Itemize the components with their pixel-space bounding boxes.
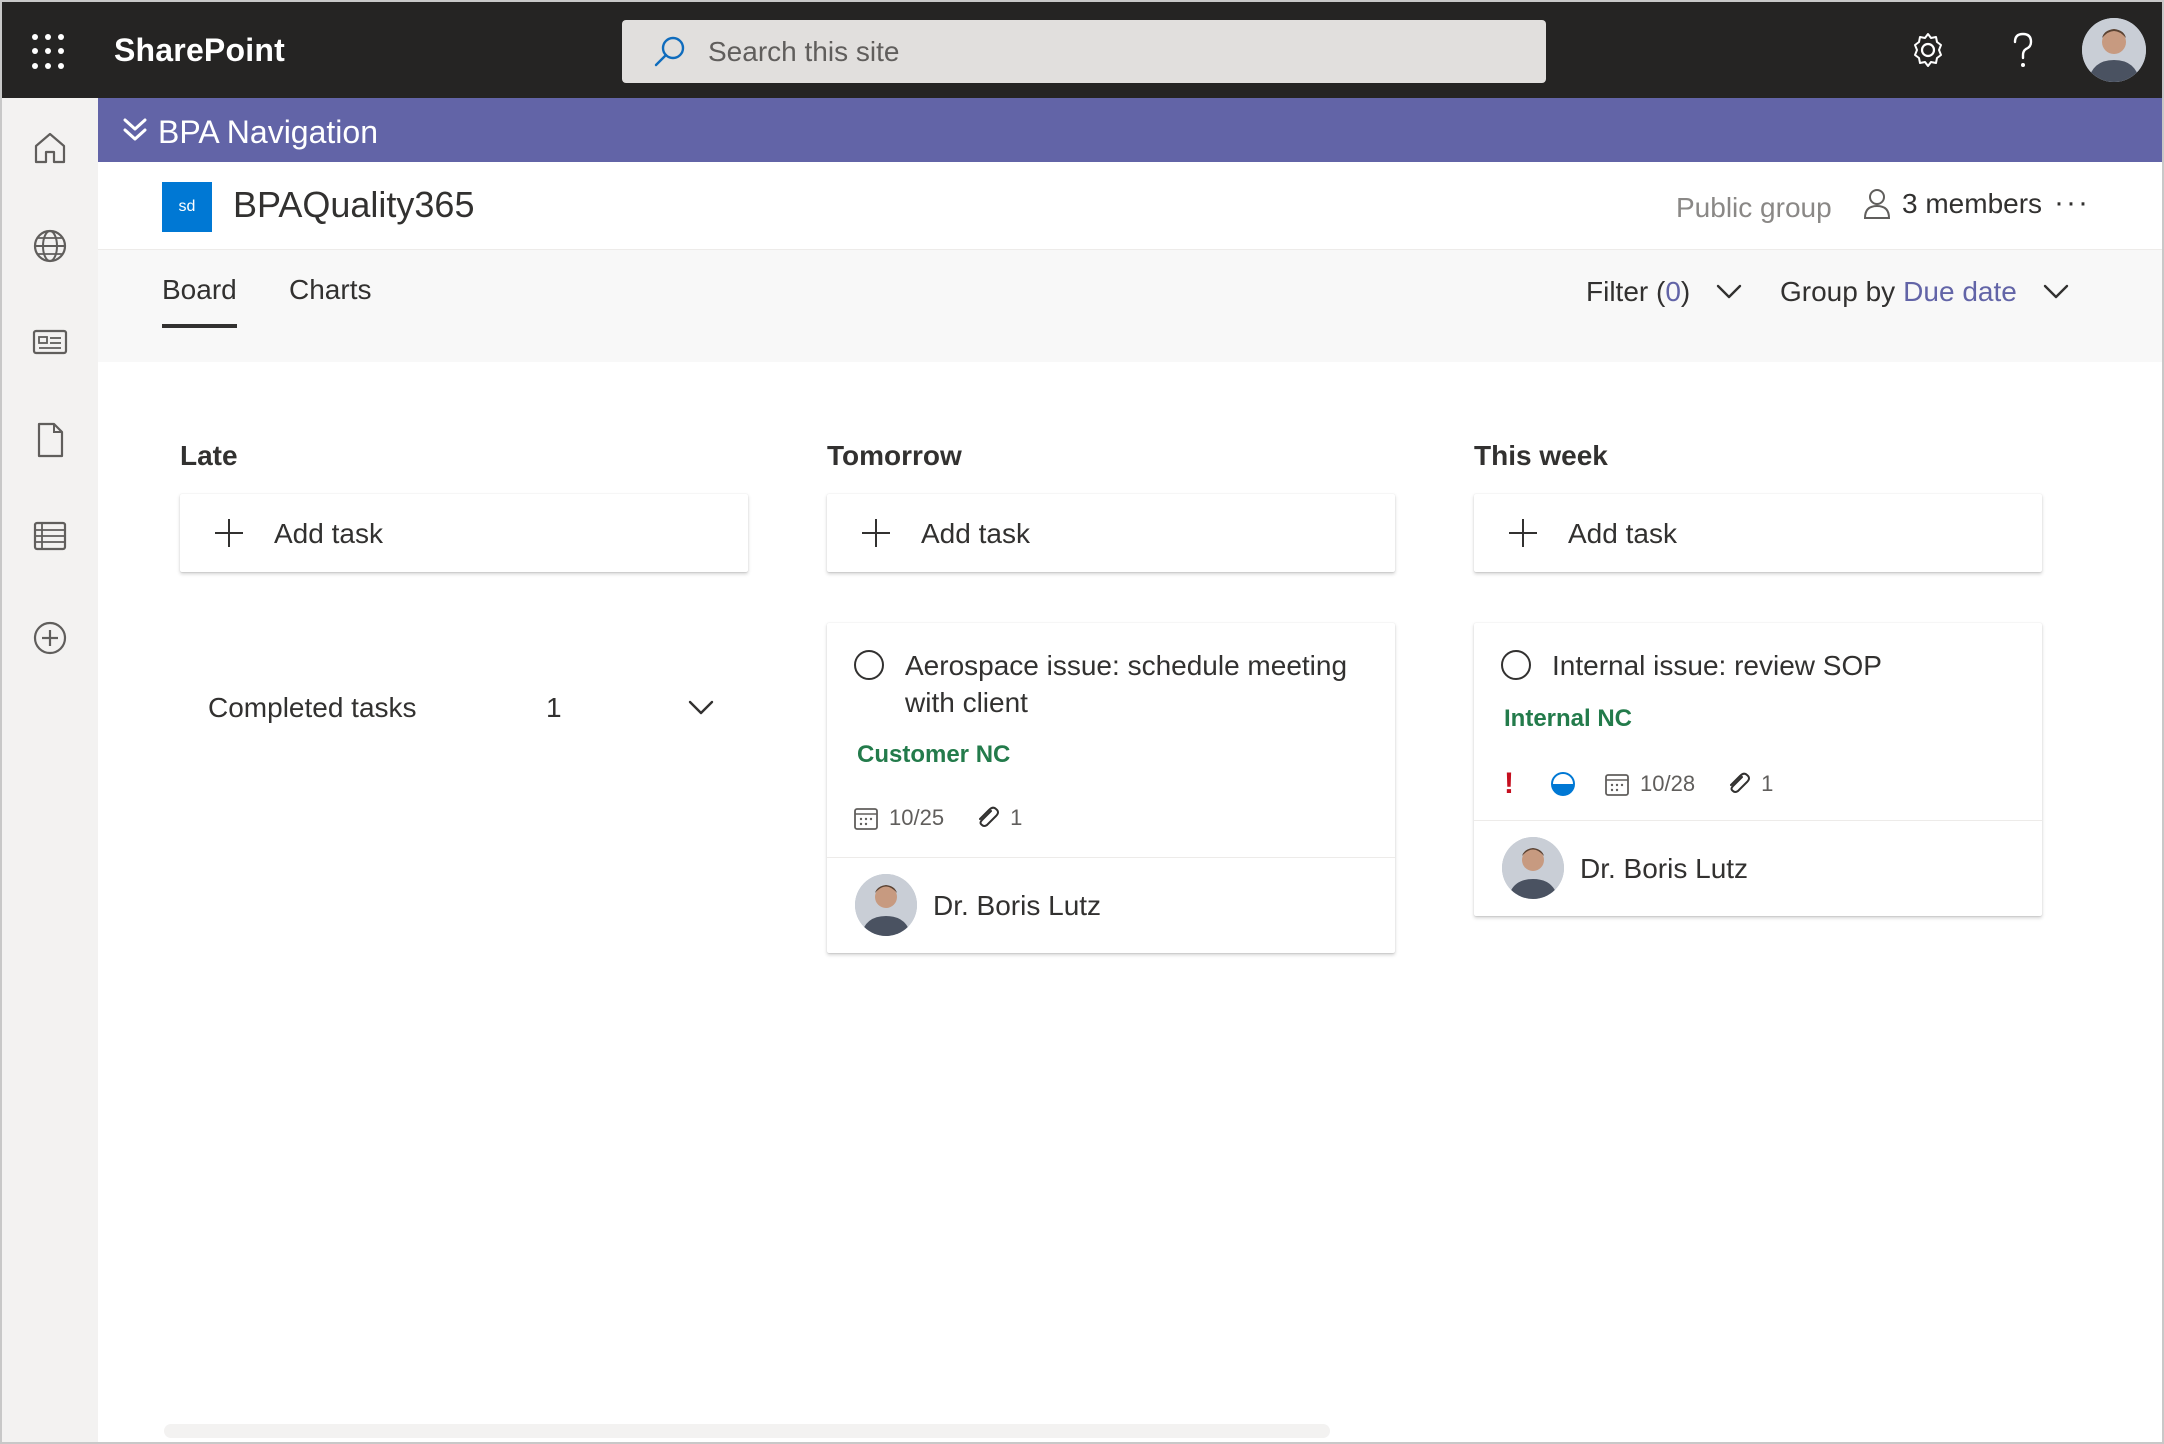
site-header: sd BPAQuality365 Public group 3 members … <box>98 162 2162 250</box>
bucket-title-late: Late <box>180 440 238 471</box>
priority-important-icon: ! <box>1504 767 1514 800</box>
plus-icon <box>862 519 890 547</box>
add-task-label: Add task <box>921 518 1030 549</box>
members-count: 3 members <box>1902 188 2043 219</box>
create-plus-icon[interactable] <box>30 618 70 658</box>
news-icon[interactable] <box>30 322 70 362</box>
filter-label: Filter ( <box>1586 276 1666 307</box>
filter-label-end: ) <box>1680 276 1691 307</box>
left-app-rail <box>2 98 98 1442</box>
task-title[interactable]: Aerospace issue: schedule meeting with c… <box>905 647 1365 721</box>
settings-gear-icon[interactable] <box>1908 30 1948 70</box>
person-icon <box>1863 189 1891 219</box>
task-label-internal-nc: Internal NC <box>1504 705 1633 732</box>
bucket-title-this-week: This week <box>1474 440 1608 471</box>
group-by-dropdown[interactable]: Group by Due date <box>1780 276 2069 308</box>
list-icon[interactable] <box>30 516 70 556</box>
assignee-name: Dr. Boris Lutz <box>1580 853 1749 884</box>
suite-bar: SharePoint <box>2 2 2162 98</box>
members-button[interactable]: 3 members <box>1862 188 2042 220</box>
assignee-name: Dr. Boris Lutz <box>933 890 1102 921</box>
site-title[interactable]: BPAQuality365 <box>233 184 474 226</box>
progress-in-progress-icon <box>1551 772 1575 796</box>
calendar-icon <box>1605 774 1629 796</box>
task-due-date: 10/25 <box>889 805 945 830</box>
chevron-down-icon <box>688 700 714 715</box>
task-card[interactable]: Internal issue: review SOP Internal NC !… <box>1474 623 2042 916</box>
tab-charts[interactable]: Charts <box>289 274 371 306</box>
filter-dropdown[interactable]: Filter (0) <box>1586 276 1742 308</box>
task-assignee-row: Dr. Boris Lutz <box>1474 820 2042 916</box>
add-task-button-late[interactable]: Add task <box>180 494 748 572</box>
globe-icon[interactable] <box>30 226 70 266</box>
double-chevron-down-icon[interactable] <box>122 116 148 144</box>
chevron-down-icon <box>1717 284 1742 299</box>
horizontal-scrollbar[interactable] <box>164 1424 1330 1438</box>
add-task-button-this-week[interactable]: Add task <box>1474 494 2042 572</box>
task-card[interactable]: Aerospace issue: schedule meeting with c… <box>827 623 1395 953</box>
group-by-value: Due date <box>1903 276 2017 307</box>
plus-icon <box>215 519 243 547</box>
completed-tasks-toggle[interactable]: Completed tasks 1 <box>180 692 720 724</box>
complete-task-circle-icon[interactable] <box>853 649 885 681</box>
planner-tab-bar: Board Charts Filter (0) Group by Due dat… <box>98 250 2162 362</box>
home-icon[interactable] <box>30 128 70 168</box>
add-task-label: Add task <box>274 518 383 549</box>
bucket-title-tomorrow: Tomorrow <box>827 440 962 471</box>
help-icon[interactable] <box>2002 30 2042 70</box>
search-icon <box>654 36 685 67</box>
task-title[interactable]: Internal issue: review SOP <box>1552 647 2012 684</box>
task-attachment-count: 1 <box>1761 771 1774 796</box>
add-task-label: Add task <box>1568 518 1677 549</box>
group-by-label: Group by <box>1780 276 1896 307</box>
group-privacy: Public group <box>1676 192 1832 223</box>
calendar-icon <box>854 808 878 830</box>
user-avatar[interactable] <box>2082 18 2146 82</box>
search-box[interactable] <box>622 20 1546 83</box>
completed-tasks-label: Completed tasks <box>208 692 417 723</box>
site-logo[interactable]: sd <box>162 182 212 232</box>
task-meta: ! 10/28 1 <box>1500 767 1773 801</box>
app-launcher-waffle-icon[interactable] <box>32 34 68 70</box>
search-input[interactable] <box>708 30 1508 74</box>
task-due-date: 10/28 <box>1640 771 1696 796</box>
chevron-down-icon <box>2043 284 2069 299</box>
hub-title[interactable]: BPA Navigation <box>158 114 378 151</box>
complete-task-circle-icon[interactable] <box>1500 649 1532 681</box>
assignee-avatar[interactable] <box>1502 837 1564 899</box>
add-task-button-tomorrow[interactable]: Add task <box>827 494 1395 572</box>
sharepoint-window: SharePoint Search this site BPA Navigati… <box>0 0 2164 1444</box>
tab-board[interactable]: Board <box>162 274 237 328</box>
attachment-paperclip-icon <box>1730 772 1751 793</box>
filter-count: 0 <box>1665 276 1681 307</box>
hub-navigation-bar: BPA Navigation <box>98 98 2162 162</box>
task-label-customer-nc: Customer NC <box>857 741 1011 768</box>
completed-tasks-count: 1 <box>546 692 562 723</box>
plus-icon <box>1509 519 1537 547</box>
more-options-icon[interactable]: ··· <box>2054 186 2090 220</box>
assignee-avatar[interactable] <box>855 874 917 936</box>
task-attachment-count: 1 <box>1010 805 1023 830</box>
brand-title[interactable]: SharePoint <box>114 32 285 69</box>
document-icon[interactable] <box>30 420 70 460</box>
task-meta: 10/25 1 <box>853 805 1022 831</box>
task-assignee-row: Dr. Boris Lutz <box>827 857 1395 953</box>
attachment-paperclip-icon <box>979 806 1000 827</box>
